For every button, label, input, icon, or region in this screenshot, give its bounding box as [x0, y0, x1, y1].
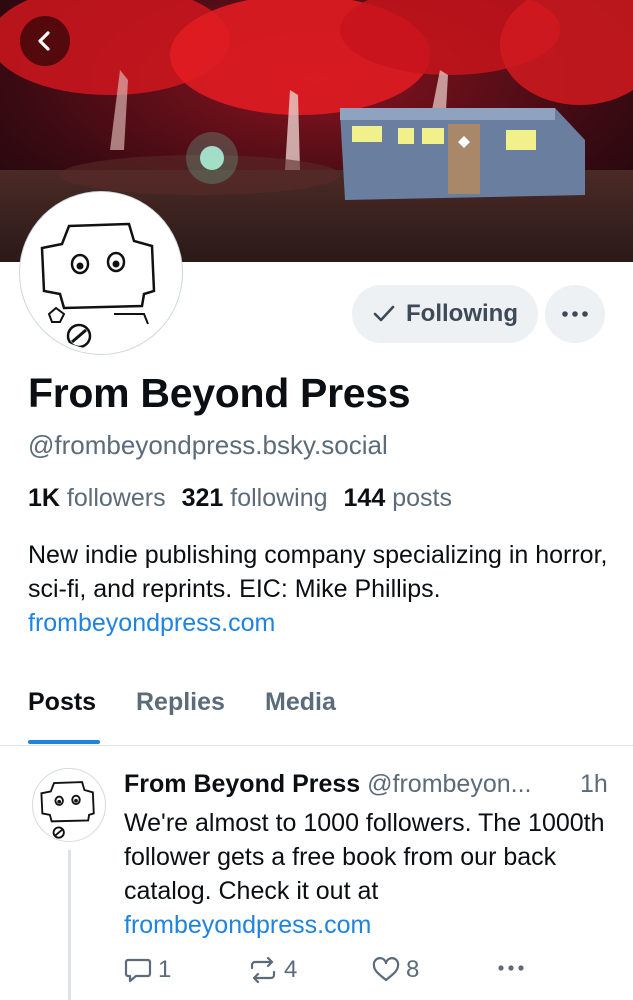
following-button-label: Following [406, 300, 518, 327]
post-more-button[interactable] [496, 964, 526, 972]
profile-stats: 1K followers 321 following 144 posts [28, 484, 452, 513]
active-tab-indicator [28, 740, 100, 744]
tab-replies[interactable]: Replies [136, 688, 225, 717]
tab-media[interactable]: Media [265, 688, 336, 717]
bio-text: New indie publishing company specializin… [28, 541, 608, 603]
profile-bio: New indie publishing company specializin… [28, 538, 608, 640]
post-text: We're almost to 1000 followers. The 1000… [124, 809, 605, 905]
posts-label: posts [392, 484, 452, 512]
profile-tabs: Posts Replies Media [0, 680, 633, 746]
post-actions: 1 4 8 [124, 956, 614, 996]
followers-label: followers [66, 484, 166, 512]
profile-display-name: From Beyond Press [28, 370, 411, 416]
post-author-avatar[interactable] [32, 768, 106, 842]
like-button[interactable]: 8 [372, 956, 419, 984]
bio-website-link[interactable]: frombeyondpress.com [28, 609, 275, 637]
following-label: following [230, 484, 328, 512]
tab-posts[interactable]: Posts [28, 688, 96, 717]
robot-head-avatar-image [40, 781, 95, 839]
reply-icon [124, 958, 152, 983]
chevron-left-icon [38, 31, 50, 51]
followers-stat[interactable]: 1K followers [28, 484, 166, 513]
reply-count: 1 [158, 956, 172, 983]
reply-button[interactable]: 1 [124, 956, 171, 984]
profile-handle: @frombeyondpress.bsky.social [28, 430, 388, 460]
repost-icon [250, 957, 276, 983]
robot-head-avatar-image [40, 222, 156, 349]
posts-count: 144 [343, 484, 386, 512]
post-author-handle[interactable]: @frombeyon... [367, 770, 531, 798]
followers-count: 1K [28, 484, 60, 512]
following-stat[interactable]: 321 following [182, 484, 328, 513]
following-button[interactable]: Following [352, 285, 538, 343]
repost-button[interactable]: 4 [248, 956, 297, 984]
post-body: We're almost to 1000 followers. The 1000… [124, 806, 614, 942]
heart-icon [372, 957, 400, 982]
thread-line [68, 850, 71, 1000]
posts-stat: 144 posts [344, 484, 452, 513]
checkmark-icon [373, 305, 395, 322]
following-count: 321 [181, 484, 224, 512]
repost-count: 4 [284, 956, 298, 983]
like-count: 8 [406, 956, 420, 983]
post-author-name[interactable]: From Beyond Press [124, 770, 360, 798]
ellipsis-icon [562, 311, 588, 317]
post-header: From Beyond Press @frombeyon... [124, 770, 614, 799]
ellipsis-icon [498, 965, 524, 971]
more-options-button[interactable] [545, 285, 605, 343]
back-button[interactable] [20, 16, 70, 66]
profile-avatar[interactable] [20, 192, 182, 354]
post-link[interactable]: frombeyondpress.com [124, 911, 371, 939]
post-timestamp[interactable]: 1h [580, 770, 608, 799]
